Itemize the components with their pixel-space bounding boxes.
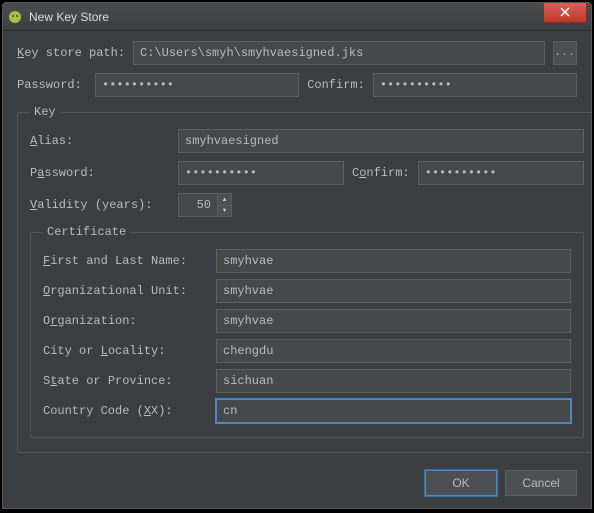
browse-button[interactable]: ... bbox=[553, 41, 577, 65]
city-label: City or Locality: bbox=[43, 344, 208, 358]
dialog-window: New Key Store Key store path: ... Passwo… bbox=[2, 2, 592, 509]
cancel-button[interactable]: Cancel bbox=[505, 470, 577, 496]
keystore-path-label: Key store path: bbox=[17, 46, 125, 60]
key-password-input[interactable] bbox=[178, 161, 344, 185]
spinner-up-icon[interactable]: ▲ bbox=[218, 193, 232, 205]
keystore-path-input[interactable] bbox=[133, 41, 545, 65]
app-icon bbox=[7, 9, 23, 25]
keystore-password-label: Password: bbox=[17, 78, 87, 92]
org-unit-label: Organizational Unit: bbox=[43, 284, 208, 298]
alias-label: Alias: bbox=[30, 134, 170, 148]
key-fieldset: Key Alias: Password: Confirm: Validity (… bbox=[17, 105, 591, 453]
first-last-input[interactable] bbox=[216, 249, 571, 273]
state-input[interactable] bbox=[216, 369, 571, 393]
org-input[interactable] bbox=[216, 309, 571, 333]
keystore-password-input[interactable] bbox=[95, 73, 299, 97]
validity-input[interactable] bbox=[178, 193, 218, 217]
city-input[interactable] bbox=[216, 339, 571, 363]
first-last-label: First and Last Name: bbox=[43, 254, 208, 268]
country-input[interactable] bbox=[216, 399, 571, 423]
org-unit-input[interactable] bbox=[216, 279, 571, 303]
key-legend: Key bbox=[30, 105, 60, 119]
state-label: State or Province: bbox=[43, 374, 208, 388]
ok-button[interactable]: OK bbox=[425, 470, 497, 496]
titlebar: New Key Store bbox=[3, 3, 591, 31]
spinner-down-icon[interactable]: ▼ bbox=[218, 205, 232, 218]
key-confirm-input[interactable] bbox=[418, 161, 584, 185]
alias-input[interactable] bbox=[178, 129, 584, 153]
dialog-content: Key store path: ... Password: Confirm: K… bbox=[3, 31, 591, 460]
country-label: Country Code (XX): bbox=[43, 404, 208, 418]
keystore-confirm-input[interactable] bbox=[373, 73, 577, 97]
keystore-confirm-label: Confirm: bbox=[307, 78, 365, 92]
key-confirm-label: Confirm: bbox=[352, 166, 410, 180]
validity-spinner[interactable]: ▲ ▼ bbox=[178, 193, 232, 217]
validity-label: Validity (years): bbox=[30, 198, 170, 212]
window-title: New Key Store bbox=[29, 10, 109, 24]
org-label: Organization: bbox=[43, 314, 208, 328]
certificate-fieldset: Certificate First and Last Name: Organiz… bbox=[30, 225, 584, 438]
button-bar: OK Cancel bbox=[3, 460, 591, 508]
close-button[interactable] bbox=[543, 3, 587, 23]
certificate-legend: Certificate bbox=[43, 225, 130, 239]
key-password-label: Password: bbox=[30, 166, 170, 180]
